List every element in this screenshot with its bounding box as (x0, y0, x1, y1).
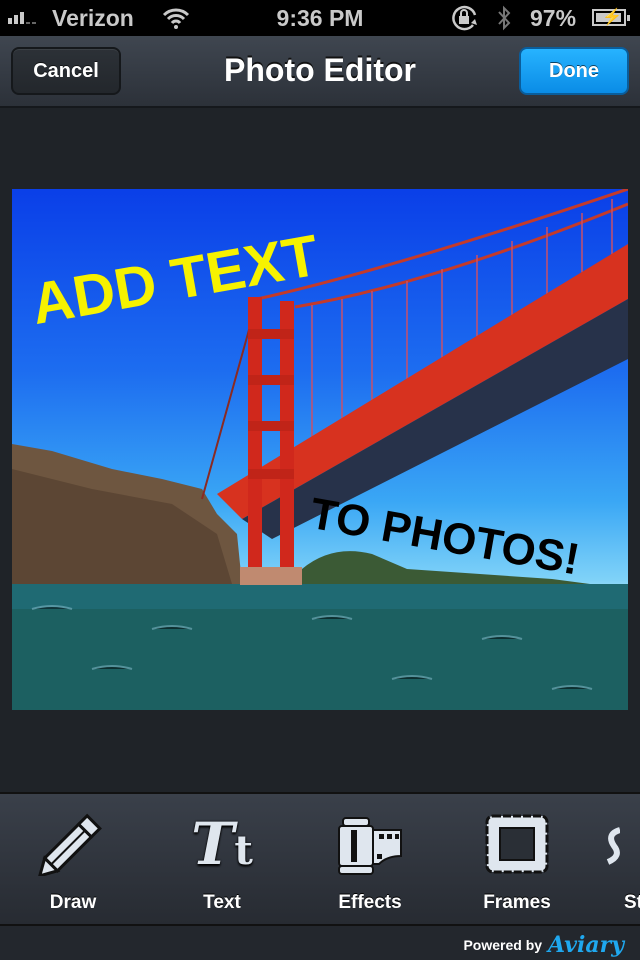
tool-stickers[interactable]: St (600, 812, 640, 914)
tool-label: Text (203, 892, 241, 913)
status-bar: Verizon 9:36 PM 97% ⚡ (0, 0, 640, 36)
tool-effects[interactable]: Effects (310, 812, 430, 914)
footer: Powered by Aviary (0, 926, 640, 960)
done-button[interactable]: Done (519, 47, 629, 95)
tool-label: Frames (483, 892, 551, 913)
tool-bar: Draw Tt Text Effects Frames St (0, 792, 640, 926)
nav-bar: Cancel Photo Editor Done (0, 36, 640, 108)
powered-by: Powered by Aviary (463, 932, 624, 958)
sticker-icon (600, 812, 640, 876)
tool-text[interactable]: Tt Text (162, 810, 282, 914)
tool-label: Draw (49, 892, 97, 913)
editor-canvas: ADD TEXT TO PHOTOS! (0, 108, 640, 792)
film-icon (310, 812, 430, 876)
tool-frames[interactable]: Frames (457, 812, 577, 914)
tool-draw[interactable]: Draw (13, 812, 133, 914)
tool-label: St (624, 892, 640, 913)
tool-label: Effects (338, 892, 402, 913)
rotation-lock-icon (449, 5, 481, 37)
pencil-icon (13, 812, 133, 876)
photo-preview[interactable]: ADD TEXT TO PHOTOS! (12, 189, 628, 710)
text-icon: Tt (191, 810, 253, 878)
frame-icon (457, 812, 577, 876)
bluetooth-icon (496, 4, 512, 38)
powered-by-label: Powered by (463, 937, 543, 953)
aviary-logo[interactable]: Aviary (548, 932, 624, 958)
battery-charging-icon: ⚡ (592, 9, 630, 26)
battery-percent: 97% (530, 5, 577, 31)
